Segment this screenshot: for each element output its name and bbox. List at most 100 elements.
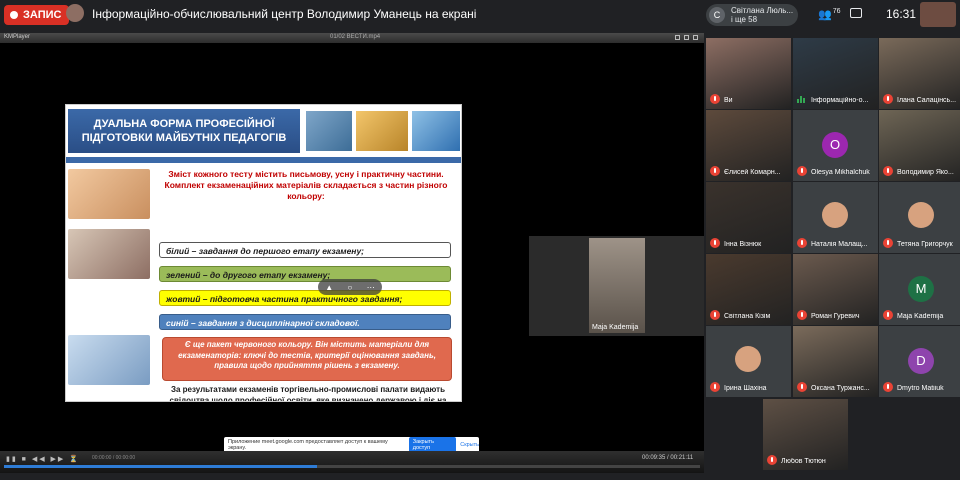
mic-muted-icon [710, 310, 720, 320]
participant-name: Тетяна Григорчук [897, 241, 953, 248]
participant-name: Olesya Mikhalchuk [811, 169, 870, 176]
mic-muted-icon [883, 310, 893, 320]
white-part-bar: білий – завдання до першого етапу екзаме… [159, 242, 451, 258]
pin-icon[interactable]: ▲ [325, 283, 333, 292]
participant-name: Оксана Туржанс... [811, 385, 870, 392]
participant-avatar [822, 202, 848, 228]
participant-tile[interactable]: Інна Візнюк [706, 182, 791, 253]
participant-name: Dmytro Matiiuk [897, 385, 944, 392]
participant-tile[interactable]: Роман Гуревич [793, 254, 878, 325]
recording-badge: ЗАПИС [4, 5, 70, 25]
tile-overlay-controls[interactable]: ▲ ○ ⋯ [318, 279, 382, 295]
meeting-title: Інформаційно-обчислювальний центр Володи… [92, 7, 477, 21]
chip-line2: і ще 58 [731, 15, 758, 24]
top-bar: ЗАПИС Інформаційно-обчислювальний центр … [0, 0, 960, 30]
participant-name: Ви [724, 97, 733, 104]
participant-avatar: M [908, 276, 934, 302]
chart-illustration [356, 111, 408, 151]
chip-avatar: С [709, 7, 725, 23]
player-time-left: 00:00:00 / 00:00:00 [92, 455, 136, 461]
player-file-name: 01/02 ВЕСТИ.mp4 [330, 34, 381, 40]
participant-tile[interactable]: O Olesya Mikhalchuk [793, 110, 878, 181]
mic-muted-icon [797, 238, 807, 248]
participant-tile[interactable]: Наталія Малащ... [793, 182, 878, 253]
participant-avatar: D [908, 348, 934, 374]
presentation-slide: ДУАЛЬНА ФОРМА ПРОФЕСІЙНОЇ ПІДГОТОВКИ МАЙ… [65, 104, 462, 402]
participant-tile[interactable]: D Dmytro Matiiuk [879, 326, 960, 397]
participant-tile[interactable]: Любов Тютюн [763, 399, 848, 470]
seek-progress [4, 465, 318, 468]
speaker-tile[interactable]: Maja Kademija [529, 236, 704, 336]
slide-intro-text: Зміст кожного тесту містить письмову, ус… [164, 169, 448, 201]
mic-muted-icon [883, 238, 893, 248]
participant-name: Роман Гуревич [811, 313, 860, 320]
red-package-box: Є ще пакет червоного кольору. Він містит… [162, 337, 452, 381]
teacher-photo [68, 335, 150, 385]
chip-text: Світлана Люль... і ще 58 [731, 6, 793, 24]
share-banner-text: Приложение meet.google.com предоставляет… [228, 439, 388, 451]
player-controls: ▮▮ ■ ◀◀ ▶▶ ⏳ 00:00:00 / 00:00:00 00:09:3… [0, 451, 704, 473]
participant-tile[interactable]: Інформаційно-о... [793, 38, 878, 109]
mic-muted-icon [710, 382, 720, 392]
player-titlebar: KMPlayer 01/02 ВЕСТИ.mp4 [0, 33, 704, 43]
speaker-video [589, 238, 645, 333]
mic-muted-icon [797, 310, 807, 320]
player-window-controls [675, 35, 698, 40]
people-count: 76 [832, 8, 841, 15]
participant-name: Інформаційно-о... [811, 97, 869, 104]
seek-bar[interactable] [4, 465, 700, 468]
player-app-name: KMPlayer [4, 34, 31, 40]
participant-tile[interactable]: Ірина Шахіна [706, 326, 791, 397]
participant-tile[interactable]: Тетяна Григорчук [879, 182, 960, 253]
participant-name: Ілана Салацінсь... [897, 97, 957, 104]
meet-window: ЗАПИС Інформаційно-обчислювальний центр … [0, 0, 960, 480]
mic-muted-icon [883, 382, 893, 392]
slide-band [66, 157, 461, 163]
people-button[interactable]: 👥 76 [818, 8, 841, 21]
slide-footer-text: За результатами екзаменів торгівельно-пр… [169, 385, 447, 402]
mic-muted-icon [767, 455, 777, 465]
participant-avatar: O [822, 132, 848, 158]
participant-tile[interactable]: M Maja Kademija [879, 254, 960, 325]
participant-name: Ірина Шахіна [724, 385, 767, 392]
recording-label: ЗАПИС [23, 9, 62, 21]
participant-name: Любов Тютюн [781, 458, 826, 465]
mic-muted-icon [797, 166, 807, 176]
participant-name: Світлана Кізім [724, 313, 771, 320]
participant-name: Єлисей Комарн... [724, 169, 781, 176]
participants-chip[interactable]: С Світлана Люль... і ще 58 [706, 4, 798, 26]
classroom-photo [68, 229, 150, 279]
participant-tile[interactable]: Ілана Салацінсь... [879, 38, 960, 109]
participant-name: Наталія Малащ... [811, 241, 868, 248]
more-icon[interactable]: ⋯ [367, 283, 375, 292]
chip-line1: Світлана Люль... [731, 6, 794, 15]
students-photo [68, 169, 150, 219]
blue-part-bar: синій – завдання з дисциплінарної складо… [159, 314, 451, 330]
participant-name: Інна Візнюк [724, 241, 762, 248]
people-icon: 👥 [818, 9, 832, 21]
slide-photos [68, 169, 150, 395]
self-view-thumbnail[interactable] [920, 2, 956, 27]
participant-name: Maja Kademija [897, 313, 944, 320]
yellow-part-bar: жовтий – підготовча частина практичного … [159, 290, 451, 306]
participant-tile[interactable]: Світлана Кізім [706, 254, 791, 325]
player-time: 00:09:35 / 00:21:11 [642, 455, 694, 461]
speaker-name: Maja Kademija [592, 324, 639, 331]
hide-banner-link[interactable]: Скрыть [460, 442, 479, 448]
slide-header: ДУАЛЬНА ФОРМА ПРОФЕСІЙНОЇ ПІДГОТОВКИ МАЙ… [66, 105, 461, 157]
mic-muted-icon [710, 238, 720, 248]
participant-tile[interactable]: Оксана Туржанс... [793, 326, 878, 397]
shared-screen: KMPlayer 01/02 ВЕСТИ.mp4 ДУАЛЬНА ФОРМА П… [0, 33, 704, 473]
participant-tile[interactable]: Ви [706, 38, 791, 109]
playback-buttons[interactable]: ▮▮ ■ ◀◀ ▶▶ ⏳ [6, 455, 80, 463]
minimize-icon [675, 35, 680, 40]
mic-muted-icon [797, 382, 807, 392]
participant-tile[interactable]: Єлисей Комарн... [706, 110, 791, 181]
chat-icon[interactable] [850, 8, 862, 18]
slide-title: ДУАЛЬНА ФОРМА ПРОФЕСІЙНОЇ ПІДГОТОВКИ МАЙ… [68, 109, 300, 153]
zoom-icon[interactable]: ○ [348, 283, 353, 292]
participant-avatar [735, 346, 761, 372]
clock: 16:31 [886, 7, 917, 21]
mic-muted-icon [883, 166, 893, 176]
participant-tile[interactable]: Володимир Яко... [879, 110, 960, 181]
